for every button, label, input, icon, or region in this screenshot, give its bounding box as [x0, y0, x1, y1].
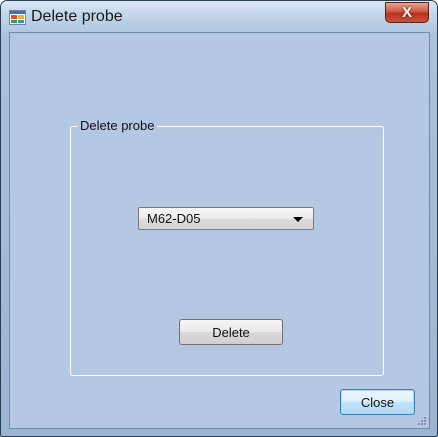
window-close-button[interactable]: X [385, 2, 429, 23]
groupbox-label: Delete probe [77, 118, 158, 134]
delete-button[interactable]: Delete [179, 319, 283, 345]
chevron-down-icon [293, 217, 303, 222]
dialog-client-area: Delete probe M62-D05 Delete Close [9, 32, 430, 429]
delete-probe-groupbox: Delete probe M62-D05 Delete [70, 118, 384, 376]
resize-grip-icon[interactable] [417, 416, 427, 426]
dialog-window: Delete probe X Delete probe M62-D05 Dele… [0, 0, 438, 437]
close-button[interactable]: Close [340, 389, 415, 415]
close-icon: X [401, 4, 412, 21]
probe-select[interactable]: M62-D05 [138, 207, 314, 230]
app-window-icon [9, 10, 26, 25]
probe-select-value: M62-D05 [147, 211, 201, 226]
window-title: Delete probe [31, 8, 123, 25]
title-bar[interactable]: Delete probe X [1, 1, 437, 33]
